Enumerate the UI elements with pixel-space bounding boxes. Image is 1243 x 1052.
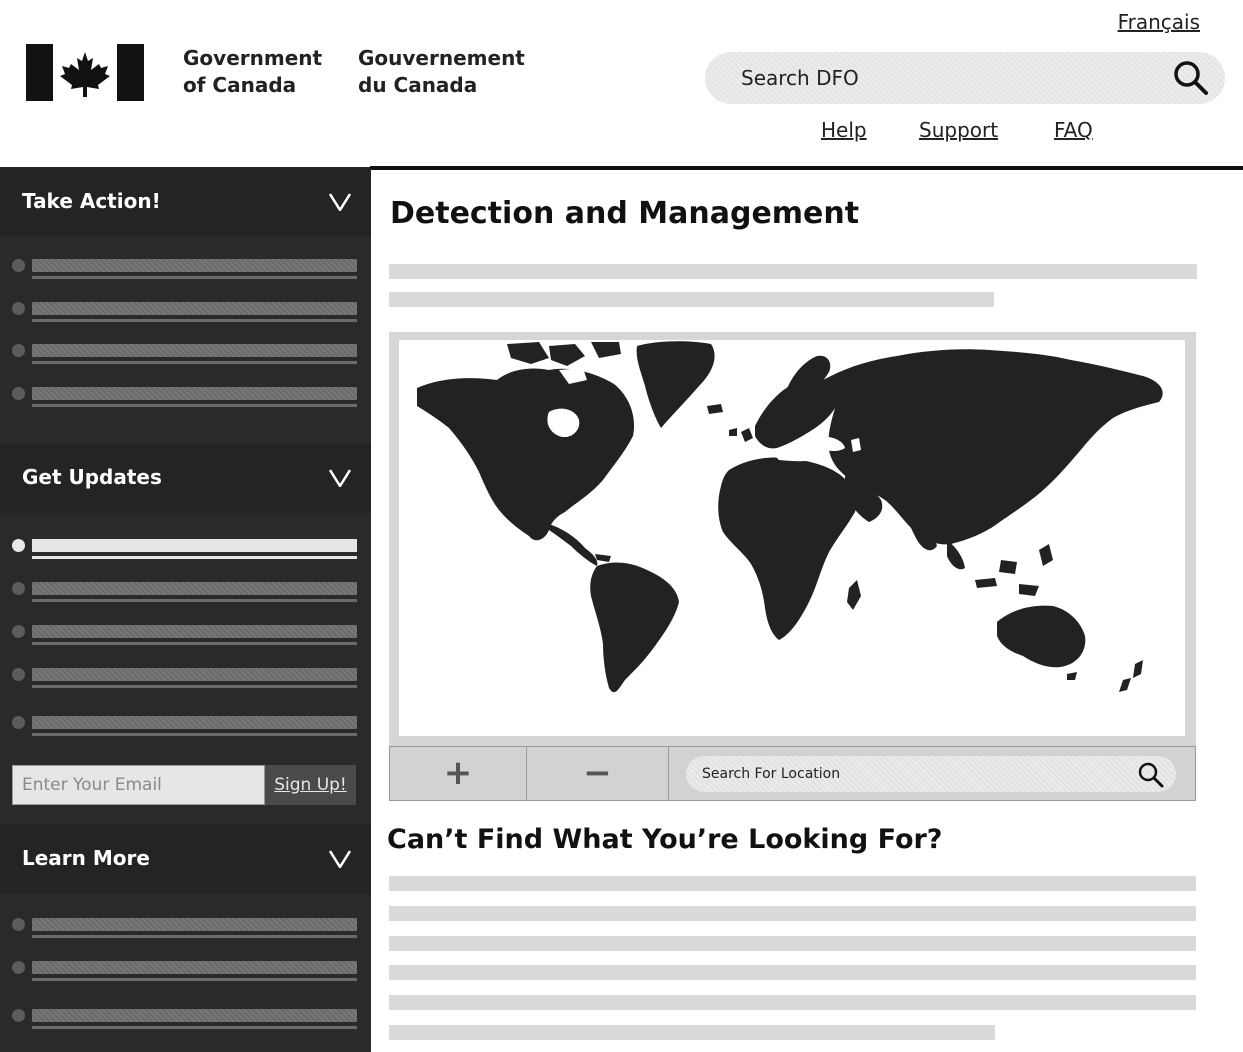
get-updates-item-1[interactable] [10, 531, 360, 563]
text-placeholder-line [389, 264, 1197, 279]
sidebar: Take Action! Get Updates Sign Up! Learn … [0, 167, 371, 1052]
learn-more-header[interactable]: Learn More [0, 824, 371, 894]
bullet [12, 539, 25, 552]
bullet [12, 582, 25, 595]
item-underline [32, 978, 357, 981]
location-search-input[interactable] [702, 763, 1102, 785]
take-action-item-1[interactable] [10, 251, 360, 283]
chevron-down-icon[interactable] [329, 193, 351, 211]
item-text-placeholder [32, 625, 357, 638]
item-underline [32, 599, 357, 602]
map-frame [389, 332, 1196, 746]
gov-fr-line2: du Canada [358, 73, 478, 97]
item-underline [32, 642, 357, 645]
help-section-title: Can’t Find What You’re Looking For? [387, 824, 943, 855]
item-text-placeholder [32, 582, 357, 595]
take-action-item-3[interactable] [10, 336, 360, 368]
bullet [12, 961, 25, 974]
text-placeholder-line [389, 1025, 995, 1040]
text-placeholder-line [389, 995, 1196, 1010]
get-updates-item-3[interactable] [10, 617, 360, 649]
item-underline [32, 935, 357, 938]
text-placeholder-line [389, 936, 1196, 951]
learn-more-item-3[interactable] [10, 1001, 360, 1033]
support-link[interactable]: Support [919, 118, 998, 142]
canada-flag-icon[interactable] [26, 44, 144, 101]
learn-more-item-2[interactable] [10, 953, 360, 985]
site-search [705, 52, 1225, 104]
help-link[interactable]: Help [821, 118, 867, 142]
take-action-item-2[interactable] [10, 294, 360, 326]
gov-fr-line1: Gouvernement [358, 46, 525, 70]
bullet [12, 344, 25, 357]
item-text-placeholder [32, 539, 357, 552]
bullet [12, 668, 25, 681]
item-text-placeholder [32, 302, 357, 315]
location-search [686, 756, 1176, 792]
bullet [12, 716, 25, 729]
bullet [12, 387, 25, 400]
item-underline [32, 404, 357, 407]
item-text-placeholder [32, 387, 357, 400]
language-toggle-link[interactable]: Français [1118, 10, 1200, 34]
map-viewport[interactable] [399, 340, 1185, 736]
item-text-placeholder [32, 344, 357, 357]
world-map[interactable] [399, 340, 1185, 736]
take-action-item-4[interactable] [10, 379, 360, 411]
item-text-placeholder [32, 716, 357, 729]
header-divider [370, 166, 1243, 170]
gouvernement-du-canada-wordmark: Gouvernement du Canada [358, 45, 525, 99]
email-signup-form: Sign Up! [12, 765, 356, 805]
zoom-out-button[interactable]: − [527, 747, 669, 800]
bullet [12, 259, 25, 272]
item-underline [32, 733, 357, 736]
item-text-placeholder [32, 1009, 357, 1022]
text-placeholder-line [389, 292, 994, 307]
take-action-title: Take Action! [22, 189, 161, 213]
get-updates-title: Get Updates [22, 465, 162, 489]
take-action-header[interactable]: Take Action! [0, 167, 371, 237]
bullet [12, 1009, 25, 1022]
item-text-placeholder [32, 918, 357, 931]
text-placeholder-line [389, 876, 1196, 891]
item-underline [32, 361, 357, 364]
map-controls: + − [389, 746, 1196, 801]
faq-link[interactable]: FAQ [1054, 118, 1093, 142]
learn-more-title: Learn More [22, 846, 150, 870]
site-search-input[interactable] [741, 62, 1141, 94]
email-field[interactable] [12, 765, 265, 805]
chevron-down-icon[interactable] [329, 469, 351, 487]
item-underline [32, 685, 357, 688]
get-updates-header[interactable]: Get Updates [0, 443, 371, 513]
item-text-placeholder [32, 961, 357, 974]
bullet [12, 302, 25, 315]
site-header: Français Government of Canada Gouverneme… [0, 0, 1243, 167]
item-underline [32, 1026, 357, 1029]
learn-more-item-1[interactable] [10, 910, 360, 942]
get-updates-item-5[interactable] [10, 708, 360, 740]
item-underline [32, 276, 357, 279]
sign-up-button[interactable]: Sign Up! [265, 765, 356, 805]
gov-en-line1: Government [183, 46, 323, 70]
search-icon[interactable] [1171, 58, 1211, 98]
get-updates-item-2[interactable] [10, 574, 360, 606]
text-placeholder-line [389, 906, 1196, 921]
bullet [12, 625, 25, 638]
chevron-down-icon[interactable] [329, 850, 351, 868]
item-underline [32, 319, 357, 322]
page-title: Detection and Management [390, 196, 860, 231]
bullet [12, 918, 25, 931]
text-placeholder-line [389, 965, 1196, 980]
item-text-placeholder [32, 259, 357, 272]
item-underline [32, 556, 357, 559]
search-icon[interactable] [1136, 760, 1166, 790]
government-of-canada-wordmark: Government of Canada [183, 45, 322, 99]
get-updates-item-4[interactable] [10, 660, 360, 692]
gov-en-line2: of Canada [183, 73, 297, 97]
zoom-in-button[interactable]: + [390, 747, 527, 800]
item-text-placeholder [32, 668, 357, 681]
